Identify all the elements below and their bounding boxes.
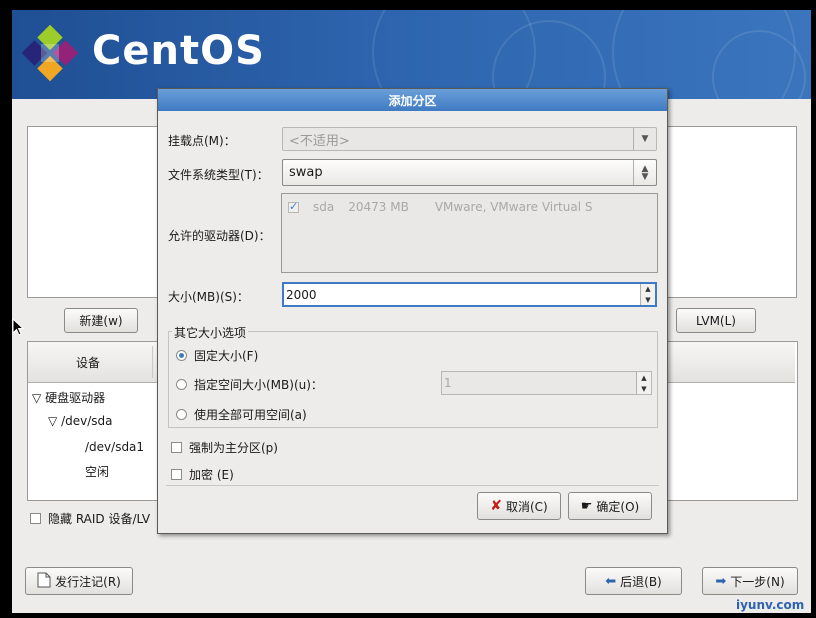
allowed-drives-list: sda 20473 MB VMware, VMware Virtual S	[281, 193, 658, 273]
fill-all-label: 使用全部可用空间(a)	[194, 408, 307, 422]
drive-checkbox	[288, 200, 299, 213]
stepper-down-icon[interactable]: ▼	[641, 295, 655, 306]
fs-type-label: 文件系统类型(T)：	[168, 168, 269, 182]
stepper-up-icon: ▲	[641, 373, 647, 382]
arrow-right-icon: ➡	[715, 573, 727, 589]
back-button[interactable]: ⬅ 后退(B)	[585, 567, 682, 595]
ok-button[interactable]: ☛ 确定(O)	[568, 492, 652, 520]
cancel-label: 取消(C)	[505, 499, 548, 514]
installer-window: CentOS 新建(w) LVM(L) 设备 ▽ 硬盘驱动器 ▽ /dev/sd…	[12, 10, 811, 613]
ok-label: 确定(O)	[596, 499, 640, 514]
dialog-separator	[166, 485, 659, 486]
hand-ok-icon: ☛	[580, 498, 593, 514]
size-input[interactable]: 2000 ▲ ▼	[282, 282, 657, 307]
mount-point-value: <不适用>	[289, 133, 350, 149]
hide-raid-label: 隐藏 RAID 设备/LV	[48, 512, 151, 526]
hide-raid-checkbox-row[interactable]: 隐藏 RAID 设备/LV	[30, 510, 150, 527]
fill-up-to-input: 1 ▲ ▼	[441, 371, 652, 395]
allowed-drives-label: 允许的驱动器(D)：	[168, 229, 271, 243]
lvm-button[interactable]: LVM(L)	[676, 308, 756, 333]
drive-name: sda	[313, 200, 335, 214]
device-column-header[interactable]: 设备	[76, 354, 100, 371]
encrypt-option[interactable]: 加密 (E)	[171, 466, 234, 483]
force-primary-checkbox[interactable]	[171, 442, 182, 453]
dropdown-arrow-icon: ▼	[633, 128, 656, 150]
centos-banner: CentOS	[12, 10, 811, 99]
add-partition-dialog: 添加分区 挂载点(M)： <不适用> ▼ 文件系统类型(T)： swap ▲ ▼ …	[157, 88, 668, 534]
next-button[interactable]: ➡ 下一步(N)	[702, 567, 798, 595]
fill-up-to-label: 指定空间大小(MB)(u)：	[194, 378, 323, 392]
expander-icon[interactable]: ▽	[48, 414, 57, 428]
size-value: 2000	[286, 287, 317, 302]
fixed-size-radio[interactable]	[176, 350, 187, 361]
new-button-label: 新建(w)	[79, 314, 123, 328]
other-size-options-title: 其它大小选项	[172, 324, 249, 341]
fill-up-to-stepper: ▲ ▼	[636, 372, 651, 394]
tree-row-hard-drives[interactable]: ▽ 硬盘驱动器	[32, 389, 105, 406]
new-partition-button[interactable]: 新建(w)	[64, 308, 138, 333]
force-primary-label: 强制为主分区(p)	[189, 441, 278, 455]
fill-up-to-option[interactable]: 指定空间大小(MB)(u)：	[176, 376, 323, 393]
centos-logo-icon	[22, 25, 78, 81]
drive-model: VMware, VMware Virtual S	[434, 200, 593, 214]
mount-point-label: 挂载点(M)：	[168, 134, 236, 148]
size-label: 大小(MB)(S)：	[168, 290, 249, 304]
tree-label: /dev/sda	[61, 414, 113, 428]
encrypt-checkbox[interactable]	[171, 469, 182, 480]
brand-text: CentOS	[92, 28, 265, 74]
fixed-size-option[interactable]: 固定大小(F)	[176, 347, 258, 364]
tree-row-free[interactable]: 空闲	[85, 463, 109, 480]
stepper-up-icon[interactable]: ▲	[641, 284, 655, 295]
arrow-left-icon: ⬅	[605, 573, 617, 589]
document-icon	[37, 572, 51, 591]
tree-label: 硬盘驱动器	[45, 391, 106, 405]
mount-point-combo: <不适用> ▼	[282, 127, 657, 151]
lvm-button-label: LVM(L)	[696, 313, 736, 328]
updown-arrow-icon[interactable]: ▲ ▼	[633, 160, 656, 185]
fill-all-option[interactable]: 使用全部可用空间(a)	[176, 406, 307, 423]
tree-row-dev-sda[interactable]: ▽ /dev/sda	[48, 414, 112, 428]
force-primary-option[interactable]: 强制为主分区(p)	[171, 439, 278, 456]
encrypt-label: 加密 (E)	[189, 468, 234, 482]
hide-raid-checkbox[interactable]	[30, 513, 41, 524]
tree-row-dev-sda1[interactable]: /dev/sda1	[85, 440, 144, 454]
back-label: 后退(B)	[620, 574, 662, 589]
fixed-size-label: 固定大小(F)	[194, 349, 259, 363]
fill-all-radio[interactable]	[176, 409, 187, 420]
cancel-button[interactable]: ✘ 取消(C)	[477, 492, 561, 520]
fill-up-to-radio[interactable]	[176, 379, 187, 390]
size-stepper[interactable]: ▲ ▼	[640, 284, 655, 305]
expander-icon[interactable]: ▽	[32, 391, 41, 405]
stepper-down-icon: ▼	[641, 384, 647, 393]
watermark: iyunv.com	[736, 598, 805, 612]
release-notes-label: 发行注记(R)	[55, 574, 121, 589]
cancel-x-icon: ✘	[490, 498, 502, 514]
fill-up-to-value: 1	[444, 376, 452, 390]
mouse-cursor-icon	[12, 318, 24, 336]
next-label: 下一步(N)	[730, 574, 785, 589]
drive-row: sda 20473 MB VMware, VMware Virtual S	[288, 200, 592, 214]
dialog-title: 添加分区	[158, 89, 667, 111]
fs-type-combo[interactable]: swap ▲ ▼	[282, 159, 657, 186]
fs-type-value: swap	[289, 165, 323, 180]
column-divider	[152, 346, 153, 378]
drive-size: 20473 MB	[348, 200, 409, 214]
release-notes-button[interactable]: 发行注记(R)	[25, 567, 133, 595]
